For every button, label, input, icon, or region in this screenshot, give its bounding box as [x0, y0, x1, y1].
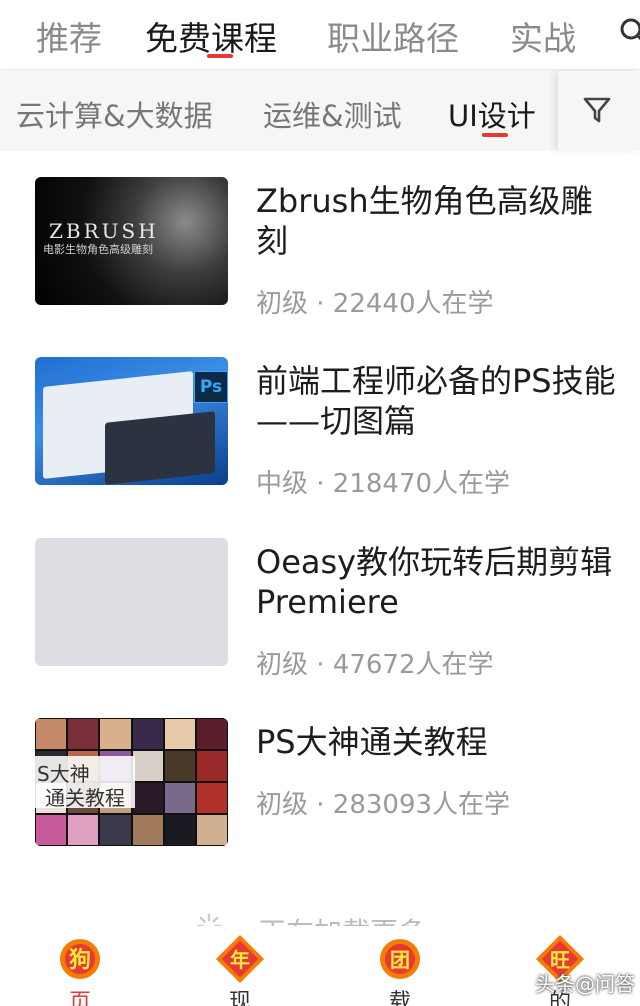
- course-item[interactable]: Ps 前端工程师必备的PS技能——切图篇 中级 · 218470人在学: [0, 357, 640, 499]
- thumbnail-caption-line: 通关教程: [45, 786, 125, 810]
- category-ops-testing[interactable]: 运维&测试: [263, 93, 402, 135]
- nav-label: 现: [228, 990, 251, 1006]
- nav-icon-glyph: 团: [390, 948, 410, 972]
- nav-item-discover[interactable]: 年 现: [160, 926, 320, 1006]
- thumbnail-caption: S大神 通关教程: [35, 756, 135, 810]
- nav-item-download[interactable]: 团 载: [320, 926, 480, 1006]
- course-thumbnail: Ps: [35, 357, 228, 485]
- top-tab-bar: 推荐 免费课程 职业路径 实战: [0, 0, 640, 70]
- tab-career-path[interactable]: 职业路径: [327, 12, 459, 60]
- tab-free-courses[interactable]: 免费课程: [145, 12, 277, 60]
- course-title: PS大神通关教程: [256, 723, 488, 761]
- search-icon[interactable]: [618, 16, 640, 46]
- course-thumbnail: ZBRUSH 电影生物角色高级雕刻: [35, 177, 228, 305]
- course-meta: 中级 · 218470人在学: [256, 469, 511, 499]
- course-item[interactable]: S大神 通关教程 PS大神通关教程 初级 · 283093人在学: [0, 718, 640, 858]
- category-ui-design[interactable]: UI设计: [448, 93, 536, 135]
- course-meta: 初级 · 22440人在学: [256, 289, 494, 319]
- tab-practice[interactable]: 实战: [510, 12, 576, 60]
- thumbnail-screenshot: [105, 411, 215, 485]
- nav-item-home[interactable]: 狗 页: [0, 926, 160, 1006]
- category-bar: 云计算&大数据 运维&测试 UI设计: [0, 71, 640, 151]
- nav-icon-glyph: 狗: [69, 948, 91, 973]
- course-item[interactable]: ZBRUSH 电影生物角色高级雕刻 Zbrush生物角色高级雕刻 初级 · 22…: [0, 177, 640, 319]
- dog-icon: 狗: [60, 939, 100, 979]
- category-cloud-bigdata[interactable]: 云计算&大数据: [16, 93, 213, 135]
- course-meta: 初级 · 47672人在学: [256, 650, 494, 680]
- active-category-indicator: [482, 133, 508, 137]
- course-title: Oeasy教你玩转后期剪辑Premiere: [256, 543, 613, 621]
- course-title: Zbrush生物角色高级雕刻: [256, 182, 593, 260]
- course-thumbnail-placeholder: [35, 538, 228, 666]
- active-tab-indicator: [207, 54, 233, 58]
- group-icon: 团: [380, 939, 420, 979]
- course-meta: 初级 · 283093人在学: [256, 790, 511, 820]
- watermark: 头条@问答: [535, 972, 635, 996]
- nav-label: 页: [68, 990, 91, 1006]
- filter-button[interactable]: [558, 71, 640, 151]
- thumbnail-logo-text: ZBRUSH: [49, 219, 159, 243]
- tab-recommend[interactable]: 推荐: [36, 12, 102, 60]
- nav-label: 载: [388, 990, 411, 1006]
- course-thumbnail: S大神 通关教程: [35, 718, 228, 846]
- course-title: 前端工程师必备的PS技能——切图篇: [256, 362, 616, 440]
- nav-icon-glyph: 年: [230, 948, 250, 972]
- course-item[interactable]: Oeasy教你玩转后期剪辑Premiere 初级 · 47672人在学: [0, 538, 640, 680]
- thumbnail-subtitle: 电影生物角色高级雕刻: [43, 243, 153, 256]
- photoshop-icon: Ps: [194, 371, 228, 403]
- filter-icon: [583, 97, 611, 123]
- new-year-icon: 年: [215, 934, 265, 984]
